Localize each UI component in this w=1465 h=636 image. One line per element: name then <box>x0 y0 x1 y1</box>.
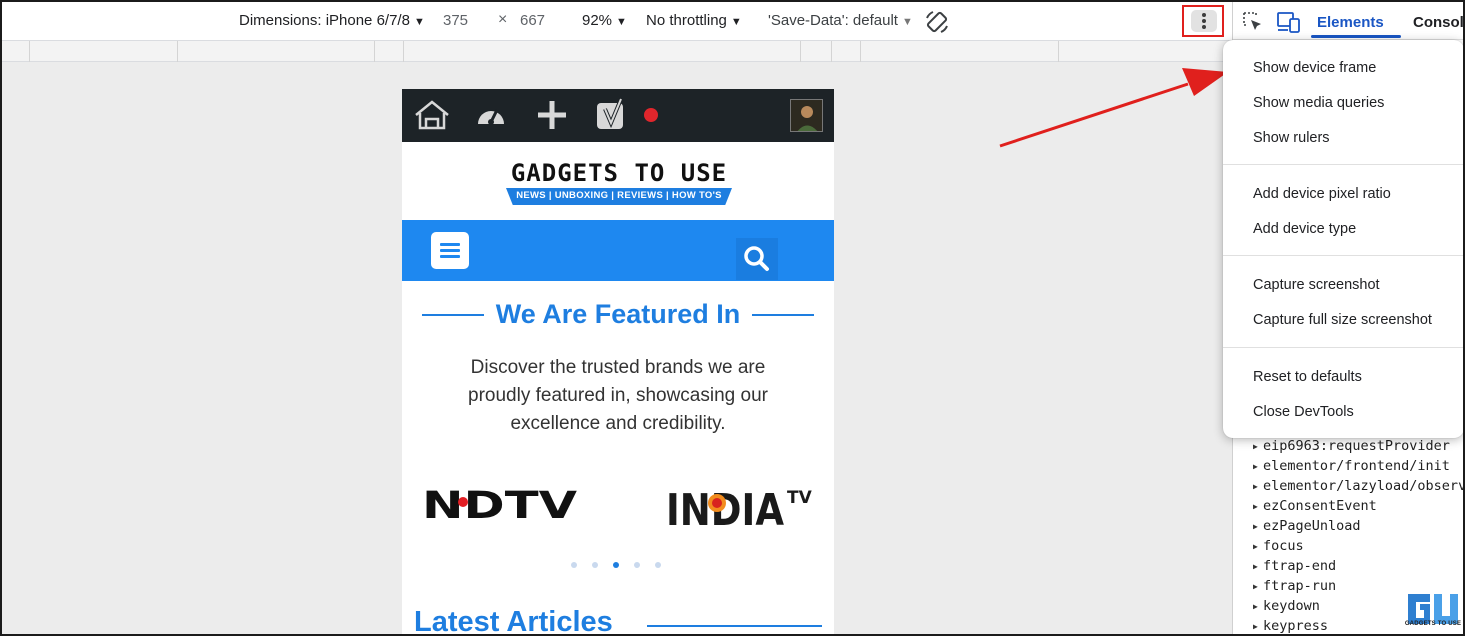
event-name: elementor/lazyload/observ <box>1263 478 1465 494</box>
event-listener-item[interactable]: ▶ focus <box>1253 536 1463 557</box>
event-name: keydown <box>1263 598 1320 614</box>
carousel-dot[interactable] <box>634 562 640 568</box>
kebab-menu-icon <box>1191 10 1217 32</box>
throttling-select[interactable]: No throttling ▼ <box>646 12 742 29</box>
event-name: elementor/frontend/init <box>1263 458 1450 474</box>
expand-triangle-icon[interactable]: ▶ <box>1253 617 1263 634</box>
heading-rule-right <box>647 625 822 627</box>
wp-admin-bar <box>402 89 834 142</box>
inspect-element-icon[interactable] <box>1242 11 1264 33</box>
expand-triangle-icon[interactable]: ▶ <box>1253 497 1263 517</box>
menu-item-add-device-type[interactable]: Add device type <box>1253 221 1356 237</box>
expand-triangle-icon[interactable]: ▶ <box>1253 577 1263 597</box>
avatar[interactable] <box>790 99 823 132</box>
expand-triangle-icon[interactable]: ▶ <box>1253 517 1263 537</box>
ruler-strip <box>2 40 1232 63</box>
dashboard-icon[interactable] <box>475 100 507 130</box>
carousel-dot-active[interactable] <box>613 562 619 568</box>
hamburger-menu-button[interactable] <box>431 232 469 269</box>
heading-rule-right <box>752 314 814 316</box>
watermark-text: GADGETS TO USE <box>1404 621 1462 627</box>
event-listener-item[interactable]: ▶ elementor/frontend/init <box>1253 456 1463 477</box>
event-listener-item[interactable]: ▶ eip6963:requestProvider <box>1253 436 1463 457</box>
menu-item-capture-screenshot[interactable]: Capture screenshot <box>1253 277 1380 293</box>
seo-status-dot <box>644 108 658 122</box>
menu-item-add-device-pixel-ratio[interactable]: Add device pixel ratio <box>1253 186 1391 202</box>
site-logo[interactable]: GADGETS TO USE NEWS | UNBOXING | REVIEWS… <box>506 159 732 207</box>
dimension-separator: × <box>498 11 508 28</box>
event-name: ftrap-run <box>1263 578 1337 594</box>
expand-triangle-icon[interactable]: ▶ <box>1253 457 1263 477</box>
menu-item-show-rulers[interactable]: Show rulers <box>1253 130 1330 146</box>
event-name: keypress <box>1263 618 1329 634</box>
tab-elements[interactable]: Elements <box>1317 14 1384 31</box>
menu-divider <box>1223 347 1463 348</box>
my-sites-icon[interactable] <box>413 99 451 131</box>
menu-divider <box>1223 255 1463 256</box>
event-name: ezPageUnload <box>1263 518 1361 534</box>
event-listener-item[interactable]: ▶ ezPageUnload <box>1253 516 1463 537</box>
yoast-icon[interactable] <box>595 97 629 133</box>
carousel-dot[interactable] <box>592 562 598 568</box>
device-options-menu: Show device frame Show media queries Sho… <box>1223 40 1463 438</box>
zoom-select[interactable]: 92% ▼ <box>582 12 627 29</box>
hamburger-icon <box>440 243 460 246</box>
devtools-tab-bar: Elements Console <box>1233 2 1463 40</box>
device-dimensions-select[interactable]: Dimensions: iPhone 6/7/8 ▼ <box>239 12 425 29</box>
carousel-dots <box>571 562 671 570</box>
event-name: eip6963:requestProvider <box>1263 438 1450 454</box>
menu-item-show-media-queries[interactable]: Show media queries <box>1253 95 1384 111</box>
device-dimensions-label: Dimensions: iPhone 6/7/8 <box>239 12 410 29</box>
event-listener-item[interactable]: ▶ elementor/lazyload/observ <box>1253 476 1465 497</box>
latest-articles-heading: Latest Articles <box>414 606 613 636</box>
chevron-down-icon: ▼ <box>616 16 627 28</box>
expand-triangle-icon[interactable]: ▶ <box>1253 557 1263 577</box>
event-listener-item[interactable]: ▶ ezConsentEvent <box>1253 496 1463 517</box>
event-listener-item[interactable]: ▶ ftrap-end <box>1253 556 1463 577</box>
chevron-down-icon: ▼ <box>413 16 425 28</box>
carousel-dot[interactable] <box>571 562 577 568</box>
menu-item-reset-to-defaults[interactable]: Reset to defaults <box>1253 369 1362 385</box>
carousel-dot[interactable] <box>655 562 661 568</box>
menu-item-close-devtools[interactable]: Close DevTools <box>1253 404 1354 420</box>
chevron-down-icon: ▼ <box>901 16 913 28</box>
window-frame: Dimensions: iPhone 6/7/8 ▼ 375 × 667 92% ▼… <box>0 0 1465 636</box>
menu-divider <box>1223 164 1463 165</box>
expand-triangle-icon[interactable]: ▶ <box>1253 537 1263 557</box>
chevron-down-icon: ▼ <box>730 16 742 28</box>
viewport-width-input[interactable]: 375 <box>443 12 468 29</box>
featured-description: Discover the trusted brands we are proud… <box>468 357 768 434</box>
svg-text:TV: TV <box>787 488 813 508</box>
zoom-label: 92% <box>582 12 613 29</box>
menu-item-show-device-frame[interactable]: Show device frame <box>1253 60 1376 76</box>
expand-triangle-icon[interactable]: ▶ <box>1253 437 1263 457</box>
expand-triangle-icon[interactable]: ▶ <box>1253 597 1263 617</box>
search-icon <box>744 246 769 271</box>
annotation-arrow <box>999 68 1228 148</box>
device-toolbar-icon[interactable] <box>1277 11 1301 33</box>
expand-triangle-icon[interactable]: ▶ <box>1253 477 1263 497</box>
event-name: focus <box>1263 538 1304 554</box>
add-new-icon[interactable] <box>536 99 568 131</box>
throttling-label: No throttling <box>646 12 727 29</box>
event-name: ezConsentEvent <box>1263 498 1377 514</box>
event-name: ftrap-end <box>1263 558 1337 574</box>
menu-item-capture-full-size-screenshot[interactable]: Capture full size screenshot <box>1253 312 1432 328</box>
svg-text:NDTV: NDTV <box>422 485 577 525</box>
logo-tagline: NEWS | UNBOXING | REVIEWS | HOW TO'S <box>516 190 722 201</box>
search-button[interactable] <box>736 238 778 280</box>
ndtv-logo[interactable]: NDTV <box>422 485 582 525</box>
save-data-label: 'Save-Data': default <box>768 12 898 29</box>
save-data-select[interactable]: 'Save-Data': default ▼ <box>768 12 913 29</box>
device-toolbar: Dimensions: iPhone 6/7/8 ▼ 375 × 667 92% ▼… <box>2 2 1232 40</box>
tab-console[interactable]: Console <box>1413 14 1463 31</box>
active-tab-indicator <box>1311 35 1401 38</box>
viewport-height-input[interactable]: 667 <box>520 12 545 29</box>
logo-wordmark: GADGETS TO USE <box>510 159 728 187</box>
rotate-icon[interactable] <box>924 9 950 35</box>
india-tv-logo[interactable]: INDIA TV <box>666 481 816 529</box>
more-options-button[interactable] <box>1182 5 1224 37</box>
mobile-viewport: GADGETS TO USE NEWS | UNBOXING | REVIEWS… <box>402 89 834 636</box>
